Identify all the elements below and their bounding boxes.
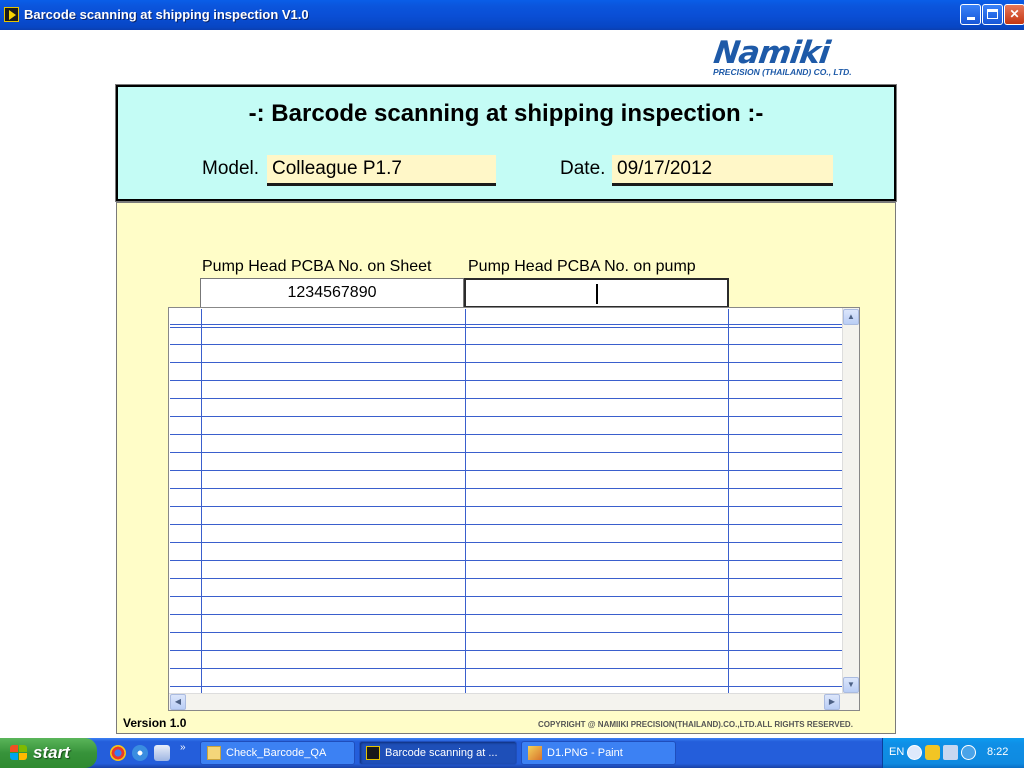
close-icon: ✕ xyxy=(1009,7,1020,21)
taskbar-item-paint[interactable]: D1.PNG - Paint xyxy=(521,741,676,765)
scroll-right-button[interactable]: ▶ xyxy=(824,694,840,710)
page-title: -: Barcode scanning at shipping inspecti… xyxy=(248,100,764,127)
text-cursor xyxy=(596,284,598,304)
paint-icon xyxy=(528,746,542,760)
title-bar[interactable]: Barcode scanning at shipping inspection … xyxy=(0,0,1024,30)
quicklaunch-app-icon[interactable] xyxy=(154,745,170,761)
chrome-icon[interactable] xyxy=(110,745,126,761)
scroll-left-button[interactable]: ◀ xyxy=(170,694,186,710)
language-indicator[interactable]: EN xyxy=(889,746,904,758)
version-label: Version 1.0 xyxy=(123,716,187,730)
vertical-scrollbar[interactable]: ▲ ▼ xyxy=(842,308,859,694)
task-label: Barcode scanning at ... xyxy=(385,747,498,759)
date-label: Date. xyxy=(560,158,606,179)
horizontal-scrollbar[interactable]: ◀ ▶ xyxy=(169,693,859,710)
network-icon[interactable] xyxy=(943,745,958,760)
labview-icon xyxy=(366,746,380,760)
logo-subtitle: PRECISION (THAILAND) CO., LTD. xyxy=(713,67,852,77)
sheet-column-header: Pump Head PCBA No. on Sheet xyxy=(202,258,432,275)
start-label: start xyxy=(33,743,70,762)
start-button[interactable]: start xyxy=(0,738,97,768)
taskbar-item-check-barcode[interactable]: Check_Barcode_QA xyxy=(200,741,355,765)
security-shield-icon[interactable] xyxy=(925,745,940,760)
labview-app-icon[interactable] xyxy=(4,7,19,22)
scan-results-table[interactable]: ▲ ▼ ◀ ▶ xyxy=(168,307,860,711)
windows-logo-icon xyxy=(10,745,27,761)
pump-barcode-input[interactable] xyxy=(464,278,729,308)
minimize-button[interactable] xyxy=(960,4,981,25)
clock[interactable]: 8:22 xyxy=(987,746,1008,758)
company-logo: Namiki PRECISION (THAILAND) CO., LTD. xyxy=(711,35,896,80)
system-tray: EN 8:22 xyxy=(882,738,1024,768)
header-panel: -: Barcode scanning at shipping inspecti… xyxy=(115,84,897,202)
scroll-up-button[interactable]: ▲ xyxy=(843,309,859,325)
minimize-icon xyxy=(966,17,975,20)
sheet-barcode-field[interactable]: 1234567890 xyxy=(200,278,464,308)
task-label: D1.PNG - Paint xyxy=(547,747,623,759)
maximize-icon xyxy=(987,9,998,19)
folder-icon xyxy=(207,746,221,760)
pump-column-header: Pump Head PCBA No. on pump xyxy=(468,258,696,275)
window-title: Barcode scanning at shipping inspection … xyxy=(24,7,309,22)
copyright-text: COPYRIGHT @ NAMIIKI PRECISION(THAILAND).… xyxy=(538,720,853,729)
update-icon[interactable] xyxy=(961,745,976,760)
sheet-barcode-value: 1234567890 xyxy=(287,284,377,301)
taskbar: start » Check_Barcode_QA Barcode scannin… xyxy=(0,738,1024,768)
logo-wordmark: Namiki xyxy=(711,35,832,71)
maximize-button[interactable] xyxy=(982,4,1003,25)
taskbar-item-barcode-scanning[interactable]: Barcode scanning at ... xyxy=(359,741,517,765)
close-button[interactable]: ✕ xyxy=(1004,4,1024,25)
task-label: Check_Barcode_QA xyxy=(226,747,327,759)
date-field[interactable]: 09/17/2012 xyxy=(612,155,833,186)
table-gridlines xyxy=(170,309,842,693)
scroll-down-button[interactable]: ▼ xyxy=(843,677,859,693)
model-field[interactable]: Colleague P1.7 xyxy=(267,155,496,186)
quicklaunch-expand-icon[interactable]: » xyxy=(180,742,186,753)
internet-explorer-icon[interactable] xyxy=(132,745,148,761)
show-hidden-icons-icon[interactable] xyxy=(907,745,922,760)
model-label: Model. xyxy=(202,158,260,179)
